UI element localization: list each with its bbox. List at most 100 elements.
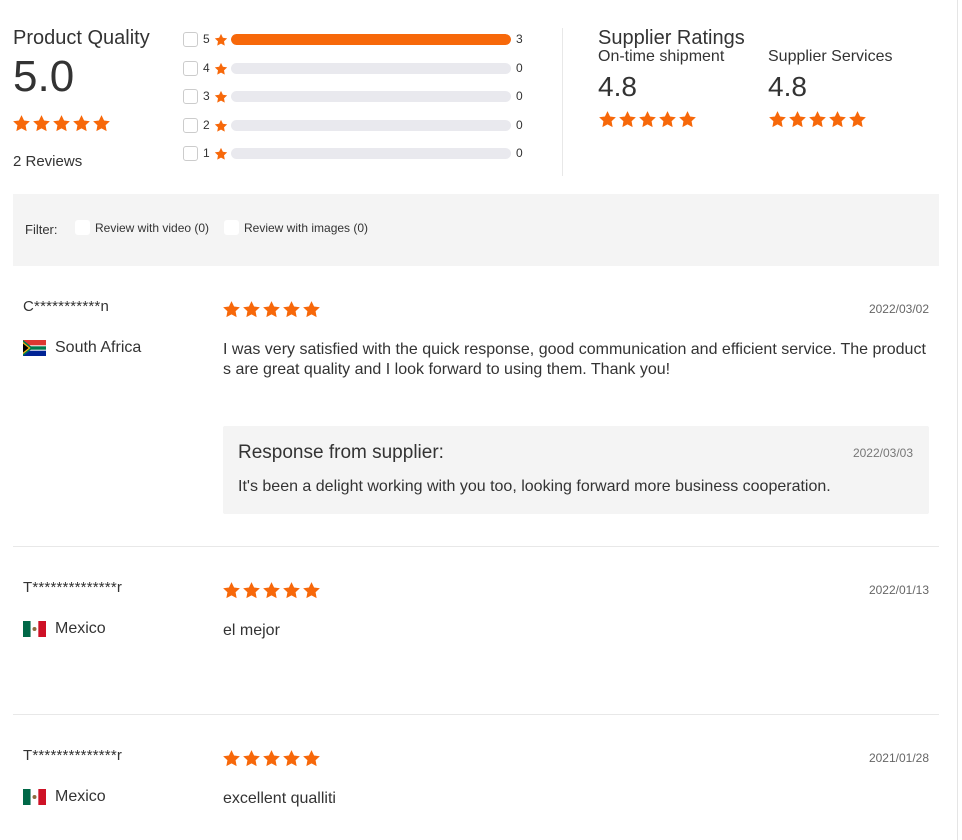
reviewer-country-name: Mexico bbox=[55, 620, 106, 637]
reviewer-name: T**************r bbox=[23, 579, 123, 596]
rating-distribution: 5 3 4 0 3 0 2 0 1 0 bbox=[183, 30, 528, 173]
star-level-label: 2 bbox=[203, 117, 210, 132]
distribution-row-5[interactable]: 5 3 bbox=[183, 30, 528, 59]
reviewer-country: Mexico bbox=[23, 788, 106, 806]
filter-video-checkbox[interactable] bbox=[75, 220, 90, 235]
distribution-row-4[interactable]: 4 0 bbox=[183, 59, 528, 88]
star-level-count: 3 bbox=[516, 32, 523, 46]
review-stars bbox=[222, 749, 321, 768]
supplier-services-stars bbox=[768, 110, 893, 129]
review-stars bbox=[222, 581, 321, 600]
review-count: 2 Reviews bbox=[13, 153, 83, 170]
star-icon bbox=[222, 581, 241, 600]
review-divider bbox=[13, 714, 939, 715]
supplier-response-date: 2022/03/03 bbox=[852, 446, 913, 460]
filter-video-option[interactable]: Review with video (0) bbox=[75, 220, 209, 235]
review-text: excellent qualliti bbox=[223, 790, 336, 807]
mexico-flag-icon bbox=[23, 621, 46, 637]
south-africa-flag-icon bbox=[23, 340, 46, 356]
star-level-count: 0 bbox=[516, 146, 523, 160]
review-date: 2021/01/28 bbox=[868, 751, 929, 765]
mexico-flag-icon bbox=[23, 789, 46, 805]
star-level-label: 4 bbox=[203, 60, 210, 75]
page-right-border bbox=[957, 0, 958, 840]
star-icon bbox=[262, 749, 281, 768]
distribution-row-2[interactable]: 2 0 bbox=[183, 116, 528, 145]
distribution-bar-track bbox=[231, 148, 511, 159]
product-quality-title: Product Quality bbox=[13, 27, 150, 49]
star-icon bbox=[72, 114, 91, 133]
star-icon bbox=[678, 110, 697, 129]
supplier-services-score: 4.8 bbox=[768, 71, 807, 102]
review-divider bbox=[13, 546, 939, 547]
star-icon bbox=[222, 300, 241, 319]
star-level-label: 5 bbox=[203, 32, 210, 46]
star-level-count: 0 bbox=[516, 60, 523, 75]
star-icon bbox=[242, 300, 261, 319]
star-icon bbox=[214, 147, 228, 161]
star-icon bbox=[222, 749, 241, 768]
star-icon bbox=[214, 90, 228, 104]
distribution-row-1[interactable]: 1 0 bbox=[183, 144, 528, 173]
star-level-label: 3 bbox=[203, 89, 210, 103]
supplier-response-title: Response from supplier: bbox=[238, 442, 444, 463]
star-icon bbox=[618, 110, 637, 129]
star-icon bbox=[638, 110, 657, 129]
supplier-services-rating: Supplier Services 4.8 bbox=[768, 48, 893, 129]
filter-images-option[interactable]: Review with images (0) bbox=[224, 220, 368, 235]
star-icon bbox=[282, 749, 301, 768]
distribution-row-3[interactable]: 3 0 bbox=[183, 87, 528, 116]
filter-images-checkbox[interactable] bbox=[224, 220, 239, 235]
distribution-bar-track bbox=[231, 62, 511, 74]
star-icon bbox=[788, 110, 807, 129]
product-quality-score: 5.0 bbox=[13, 52, 75, 101]
star-level-label: 1 bbox=[203, 146, 210, 160]
reviewer-country: South Africa bbox=[23, 339, 141, 357]
summary-divider bbox=[562, 28, 563, 176]
filter-5-star-checkbox[interactable] bbox=[183, 32, 198, 47]
review-filter-bar: Filter: Review with video (0) Review wit… bbox=[13, 194, 939, 266]
star-icon bbox=[302, 300, 321, 319]
reviewer-country-name: Mexico bbox=[55, 788, 106, 805]
review-text: el mejor bbox=[223, 622, 280, 639]
star-icon bbox=[32, 114, 51, 133]
filter-4-star-checkbox[interactable] bbox=[183, 60, 198, 76]
star-icon bbox=[808, 110, 827, 129]
star-icon bbox=[92, 114, 111, 133]
filter-images-label: Review with images (0) bbox=[244, 220, 369, 235]
review-date: 2022/03/02 bbox=[868, 302, 929, 316]
filter-2-star-checkbox[interactable] bbox=[183, 117, 198, 133]
ontime-shipment-score: 4.8 bbox=[598, 71, 637, 102]
ontime-shipment-stars bbox=[598, 110, 724, 129]
filter-1-star-checkbox[interactable] bbox=[183, 146, 198, 161]
distribution-bar-track bbox=[231, 91, 511, 102]
review-date: 2022/01/13 bbox=[868, 583, 929, 597]
star-icon bbox=[658, 110, 677, 129]
star-icon bbox=[242, 581, 261, 600]
star-icon bbox=[282, 581, 301, 600]
star-icon bbox=[262, 581, 281, 600]
filter-3-star-checkbox[interactable] bbox=[183, 89, 198, 104]
star-level-count: 0 bbox=[516, 117, 523, 132]
filter-video-label: Review with video (0) bbox=[95, 220, 210, 235]
reviewer-name: C***********n bbox=[23, 298, 109, 315]
product-quality-stars bbox=[12, 114, 111, 133]
star-icon bbox=[12, 114, 31, 133]
filter-label: Filter: bbox=[25, 222, 58, 237]
star-icon bbox=[214, 119, 228, 133]
distribution-bar-track bbox=[231, 119, 511, 131]
ontime-shipment-label: On-time shipment bbox=[598, 48, 725, 65]
ontime-shipment-rating: On-time shipment 4.8 bbox=[598, 48, 724, 129]
star-icon bbox=[262, 300, 281, 319]
supplier-services-label: Supplier Services bbox=[768, 48, 893, 65]
star-icon bbox=[214, 33, 228, 47]
star-icon bbox=[598, 110, 617, 129]
star-icon bbox=[214, 62, 228, 76]
star-icon bbox=[242, 749, 261, 768]
star-icon bbox=[302, 581, 321, 600]
star-level-count: 0 bbox=[516, 89, 523, 103]
supplier-response: Response from supplier: 2022/03/03 It's … bbox=[223, 426, 929, 514]
reviewer-name: T**************r bbox=[23, 747, 123, 764]
star-icon bbox=[302, 749, 321, 768]
review-text: I was very satisfied with the quick resp… bbox=[223, 341, 926, 378]
